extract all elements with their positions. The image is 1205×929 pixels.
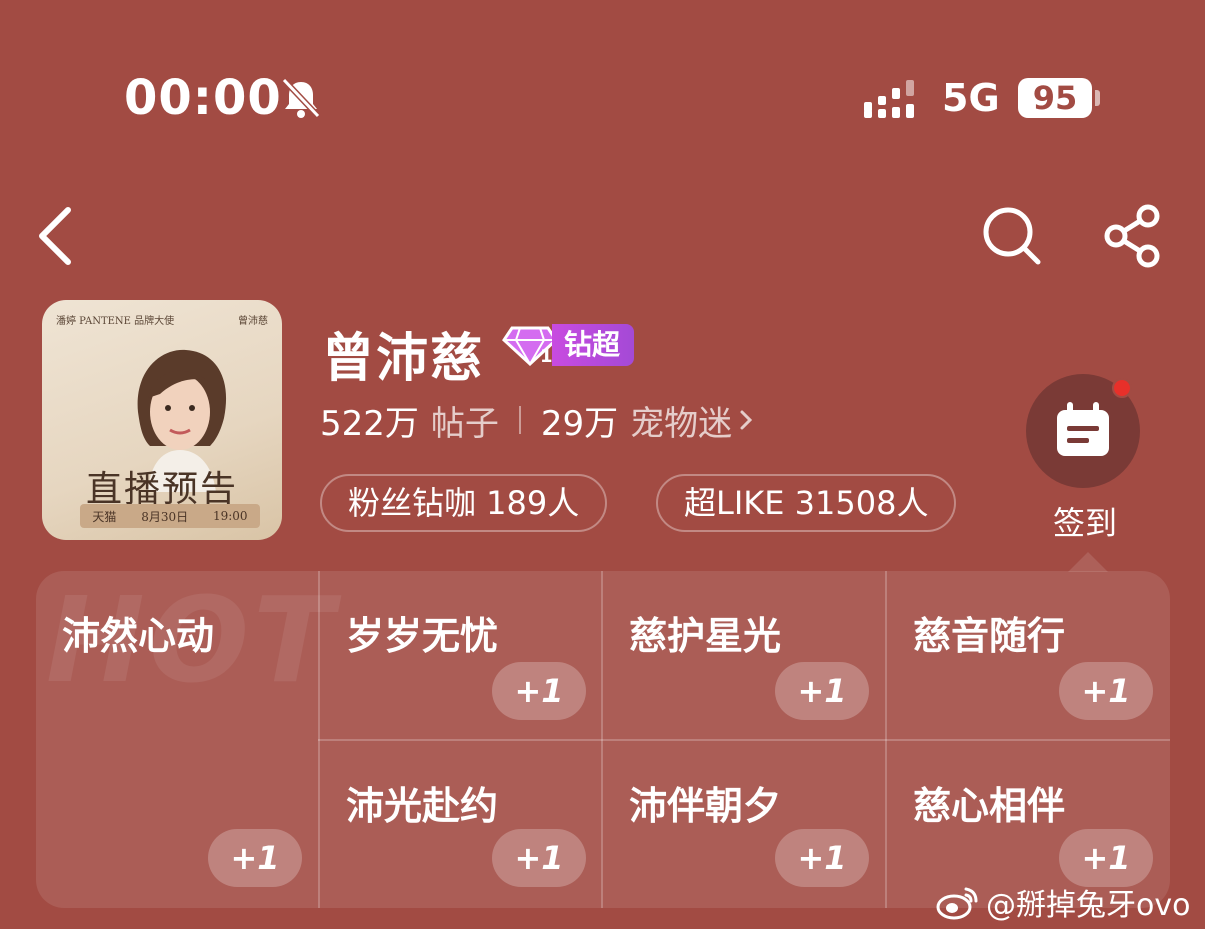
cover-name-text: 曾沛慈 bbox=[238, 316, 268, 327]
cover-time: 19:00 bbox=[212, 509, 248, 523]
plus-one-button[interactable]: +1 bbox=[1059, 829, 1153, 887]
battery-level: 95 bbox=[1018, 78, 1092, 118]
cover-topline: 潘婷 PANTENE 品牌大使 曾沛慈 bbox=[56, 312, 268, 327]
chevron-right-icon bbox=[740, 410, 753, 430]
topic-cell[interactable]: 岁岁无忧 +1 bbox=[320, 571, 601, 739]
topic-grid: HOT 沛然心动 +1 岁岁无忧 +1 慈护星光 +1 慈音随行 +1 沛光赴约… bbox=[36, 571, 1170, 908]
topic-title: 慈护星光 bbox=[629, 614, 782, 658]
profile-stats[interactable]: 522万 帖子 29万 宠物迷 bbox=[320, 398, 754, 444]
plus-one-button[interactable]: +1 bbox=[775, 829, 869, 887]
topic-title: 沛然心动 bbox=[62, 614, 215, 658]
stats-divider bbox=[518, 406, 521, 434]
share-icon[interactable] bbox=[1100, 204, 1164, 268]
network-type: 5G bbox=[942, 76, 1000, 120]
profile-cover-image[interactable]: 潘婷 PANTENE 品牌大使 曾沛慈 直播预告 天猫 8月30日 19:00 bbox=[42, 300, 282, 540]
posts-count: 522万 bbox=[320, 403, 419, 444]
diamond-badge[interactable]: 1 钻超 bbox=[502, 322, 635, 368]
plus-one-button[interactable]: +1 bbox=[1059, 662, 1153, 720]
battery-tip bbox=[1095, 90, 1100, 106]
super-like-pill[interactable]: 超LIKE 31508人 bbox=[656, 474, 957, 532]
plus-one-button[interactable]: +1 bbox=[492, 662, 586, 720]
topic-cell[interactable]: 沛伴朝夕 +1 bbox=[603, 741, 885, 908]
signal-bars-icon bbox=[864, 80, 914, 118]
topic-title: 慈心相伴 bbox=[913, 784, 1066, 828]
grid-pointer bbox=[1068, 552, 1108, 572]
watermark-text: @掰掉兔牙ovo bbox=[986, 888, 1191, 923]
weibo-logo-icon bbox=[936, 887, 978, 920]
badge-label: 钻超 bbox=[552, 324, 635, 366]
plus-one-button[interactable]: +1 bbox=[492, 829, 586, 887]
topic-cell[interactable]: 沛光赴约 +1 bbox=[320, 741, 601, 908]
plus-one-button[interactable]: +1 bbox=[208, 829, 302, 887]
topic-title: 沛光赴约 bbox=[346, 784, 499, 828]
notification-dot bbox=[1112, 378, 1132, 398]
cover-bottom-bar: 天猫 8月30日 19:00 bbox=[80, 504, 260, 528]
posts-label: 帖子 bbox=[430, 403, 499, 444]
status-time: 00:00 bbox=[124, 70, 282, 126]
profile-name: 曾沛慈 bbox=[322, 329, 485, 389]
bell-slash-icon bbox=[281, 77, 321, 119]
cover-platform: 天猫 bbox=[92, 509, 117, 524]
back-chevron-icon[interactable] bbox=[32, 204, 82, 268]
status-bar: 00:00 5G 95 bbox=[0, 0, 1205, 200]
fans-label: 宠物迷 bbox=[630, 403, 733, 444]
topic-title: 慈音随行 bbox=[913, 614, 1066, 658]
fan-diamond-pill[interactable]: 粉丝钻咖 189人 bbox=[320, 474, 608, 532]
topic-title: 岁岁无忧 bbox=[346, 614, 499, 658]
cover-brand-text: 潘婷 PANTENE 品牌大使 bbox=[56, 316, 175, 327]
plus-one-button[interactable]: +1 bbox=[775, 662, 869, 720]
calendar-icon bbox=[1057, 402, 1109, 456]
diamond-gem-icon: 1 bbox=[502, 326, 558, 367]
topic-title: 沛伴朝夕 bbox=[629, 784, 782, 828]
checkin-label: 签到 bbox=[1052, 504, 1117, 542]
topic-cell[interactable]: 慈护星光 +1 bbox=[603, 571, 885, 739]
fans-count: 29万 bbox=[540, 403, 619, 444]
search-icon[interactable] bbox=[980, 204, 1044, 268]
weibo-watermark: @掰掉兔牙ovo bbox=[936, 882, 1191, 923]
cover-date: 8月30日 bbox=[141, 509, 189, 524]
topic-cell[interactable]: 慈音随行 +1 bbox=[887, 571, 1170, 739]
topic-cell-big[interactable]: 沛然心动 +1 bbox=[36, 571, 318, 908]
badge-level: 1 bbox=[540, 346, 553, 367]
